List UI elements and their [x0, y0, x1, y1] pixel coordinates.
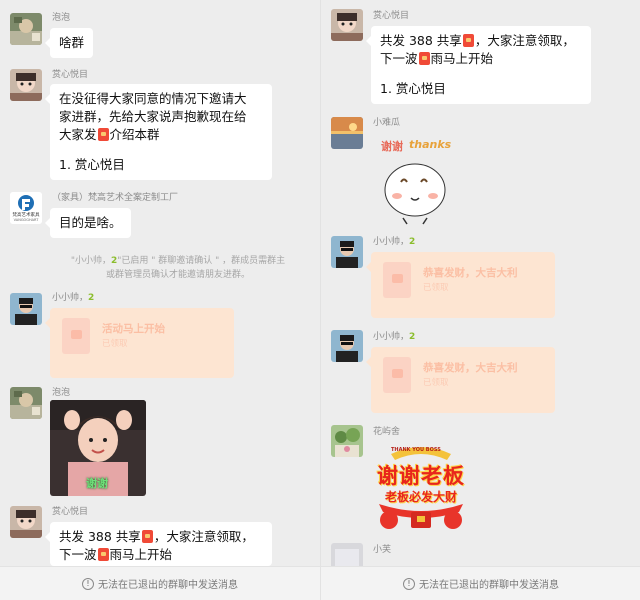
message-bubble[interactable]: 在没征得大家同意的情况下邀请大 家进群，先给大家说声抱歉现在给 大家发 介绍本群 … — [45, 84, 272, 180]
sticker-line1: 谢谢老板 — [377, 464, 465, 488]
disabled-input-bar: ! 无法在已退出的群聊中发送消息 — [321, 566, 640, 600]
avatar-paopao[interactable] — [10, 387, 42, 419]
red-envelope-icon — [383, 262, 411, 298]
message-text: ，大家注意领取， — [153, 529, 254, 544]
sticker-top-text: THANK YOU BOSS — [391, 447, 441, 453]
sender-name: 小难瓜 — [373, 118, 401, 128]
red-packet-emoji-icon — [462, 34, 474, 47]
sticker-text-cn: 谢谢 — [381, 140, 403, 153]
sticker-text-en: thanks — [409, 138, 452, 151]
red-packet-status: 已领取 — [423, 283, 449, 293]
system-notice-prefix: "小小帅， — [70, 256, 111, 266]
photo-caption: 谢谢 — [86, 477, 108, 490]
avatar-paopao[interactable] — [10, 13, 42, 45]
sender-name: 赏心悦目 — [373, 11, 410, 21]
left-chat-panel: 泡泡 啥群 赏心悦目 在没征得大家同意的情况下邀请大 家进群，先给大家说声抱歉现… — [0, 0, 320, 600]
red-packet-title: 恭喜发财，大吉大利 — [423, 362, 518, 374]
system-notice: "小小帅，2"已启用 " 群聊邀请确认 " ，群成员需群主 或群管理员确认才能邀… — [56, 254, 300, 282]
badge-icon: 2 — [409, 332, 416, 342]
avatar-xiaonangua[interactable] — [331, 117, 363, 149]
red-packet-title: 活动马上开始 — [102, 323, 165, 335]
avatar-xiaoxiaoshuai[interactable] — [10, 293, 42, 325]
red-packet-card[interactable]: 恭喜发财，大吉大利 已领取 — [366, 252, 555, 318]
message-line: 家进群，先给大家说声抱歉现在给 — [59, 109, 247, 124]
message-text: ，大家注意领取， — [474, 33, 575, 48]
sender-name: 小小帅，2 — [373, 332, 416, 342]
thank-boss-sticker[interactable]: THANK YOU BOSS 谢谢老板 老板必发大财 — [371, 442, 471, 534]
system-notice-line: 或群管理员确认才能邀请朋友进群。 — [105, 270, 250, 280]
message-bubble[interactable]: 啥群 — [44, 28, 94, 58]
avatar-xiaoxiaoshuai[interactable] — [331, 236, 363, 268]
red-packet-emoji-icon — [141, 530, 153, 543]
right-chat-panel: 赏心悦目 共发 388 共享 ，大家注意领取， 下一波 雨马上开始 1. 赏心悦目 … — [320, 0, 640, 600]
avatar-shangxinyuemu[interactable] — [10, 69, 42, 101]
red-packet-card[interactable]: 恭喜发财，大吉大利 已领取 — [366, 347, 555, 413]
message-bubble[interactable]: 共发 388 共享 ，大家注意领取， 下一波 雨马上开始 1. 赏心悦目 — [366, 26, 591, 104]
avatar-shangxinyuemu[interactable] — [10, 506, 42, 538]
badge-icon: 2 — [88, 293, 95, 303]
red-packet-emoji-icon — [418, 52, 430, 65]
red-packet-status: 已领取 — [102, 339, 128, 349]
avatar-huayushe[interactable] — [331, 425, 363, 457]
disabled-input-text: 无法在已退出的群聊中发送消息 — [98, 580, 238, 591]
sticker-line2: 老板必发大财 — [384, 490, 457, 504]
sender-name: 花屿舍 — [373, 427, 401, 437]
sender-name: 泡泡 — [52, 388, 71, 398]
avatar-shangxinyuemu[interactable] — [331, 9, 363, 41]
message-text: 啥群 — [59, 35, 85, 50]
message-text: 共发 388 共享 — [59, 529, 141, 544]
message-text: 下一波 — [59, 547, 97, 562]
system-notice-text: "已启用 " 群聊邀请确认 " ，群成员需群主 — [117, 256, 286, 266]
red-packet-emoji-icon — [97, 548, 109, 561]
message-list-item: 1. 赏心悦目 — [380, 81, 446, 96]
sender-name: 小小帅，2 — [373, 237, 416, 247]
sender-name: 小芙 — [373, 545, 392, 555]
thanks-sticker[interactable]: 谢谢 thanks — [373, 132, 473, 226]
message-line: 大家发 — [59, 127, 97, 142]
message-bubble[interactable]: 共发 388 共享 ，大家注意领取， 下一波 雨马上开始 — [45, 522, 272, 566]
message-text: 共发 388 共享 — [380, 33, 462, 48]
message-bubble[interactable]: 目的是啥。 — [45, 208, 131, 238]
warning-icon: ! — [403, 577, 415, 590]
message-line: 在没征得大家同意的情况下邀请大 — [59, 91, 247, 106]
avatar-vangogh-logo[interactable]: 梵高艺术家具 VANGOGHART — [10, 192, 42, 224]
avatar-xiaoxiaoshuai[interactable] — [331, 330, 363, 362]
red-envelope-icon — [62, 318, 90, 354]
message-text: 目的是啥。 — [59, 215, 122, 230]
message-text: 雨马上开始 — [109, 547, 173, 562]
red-packet-status: 已领取 — [423, 378, 449, 388]
sender-name: 小小帅，2 — [52, 293, 95, 303]
disabled-input-text: 无法在已退出的群聊中发送消息 — [419, 580, 559, 591]
message-text: 雨马上开始 — [430, 51, 494, 66]
disabled-input-bar: ! 无法在已退出的群聊中发送消息 — [0, 566, 320, 600]
photo-message[interactable]: 谢谢 — [50, 400, 146, 496]
red-packet-card[interactable]: 活动马上开始 已领取 — [45, 308, 234, 378]
sender-name: 赏心悦目 — [52, 507, 89, 517]
message-line: 介绍本群 — [109, 127, 160, 142]
warning-icon: ! — [82, 577, 94, 590]
message-list-item: 1. 赏心悦目 — [59, 157, 125, 172]
badge-icon: 2 — [409, 237, 416, 247]
sender-name: （家具）梵高艺术全案定制工厂 — [52, 193, 179, 203]
red-packet-emoji-icon — [97, 128, 109, 141]
sender-name: 泡泡 — [52, 13, 71, 23]
sender-name: 赏心悦目 — [52, 70, 89, 80]
logo-subtext: VANGOGHART — [13, 218, 39, 222]
red-envelope-icon — [383, 357, 411, 393]
red-packet-title: 恭喜发财，大吉大利 — [423, 267, 518, 279]
message-text: 下一波 — [380, 51, 418, 66]
